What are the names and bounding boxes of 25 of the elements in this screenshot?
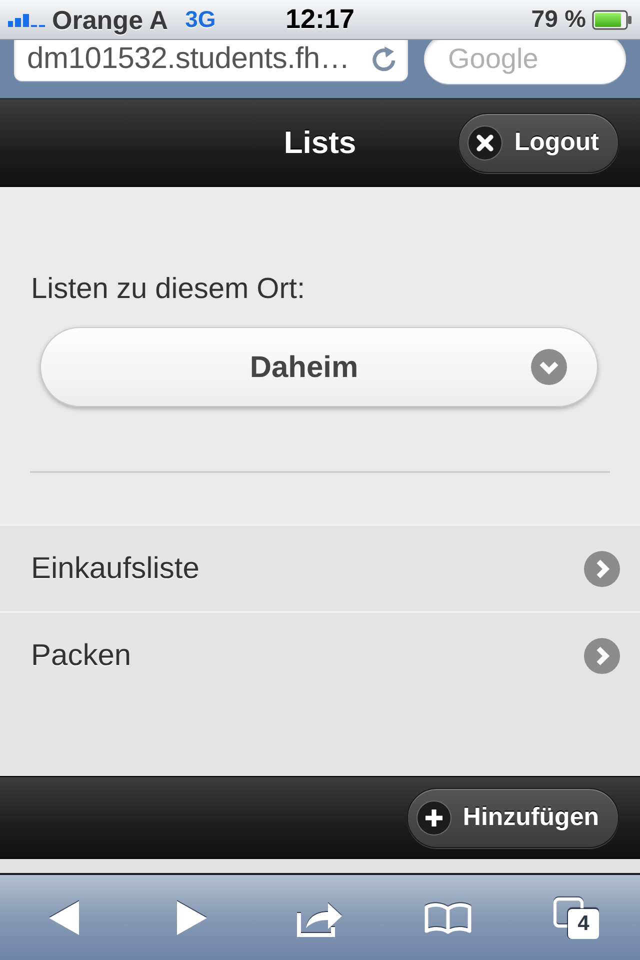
book-icon[interactable] xyxy=(424,902,472,934)
reload-icon[interactable] xyxy=(370,44,398,72)
clock-time: 12:17 xyxy=(285,6,355,33)
page-title: Lists xyxy=(284,124,356,162)
chevron-right-icon xyxy=(584,638,620,674)
battery-icon xyxy=(592,10,632,30)
tabs-button[interactable]: 4 xyxy=(553,896,599,938)
chevron-down-icon xyxy=(531,349,567,385)
back-icon[interactable] xyxy=(49,900,79,934)
list-item[interactable]: Packen xyxy=(0,611,640,698)
search-field[interactable]: Google xyxy=(424,40,626,84)
network-type: 3G xyxy=(185,8,216,31)
signal-icon xyxy=(8,12,46,26)
location-label: Listen zu diesem Ort: xyxy=(31,272,305,307)
plus-icon xyxy=(416,800,452,836)
chevron-right-icon xyxy=(584,550,620,586)
battery-percentage: 79 % xyxy=(531,8,586,32)
url-field[interactable]: dm101532.students.fh… xyxy=(14,40,408,81)
carrier-name: Orange A xyxy=(52,6,168,32)
list-item[interactable]: Einkaufsliste xyxy=(0,524,640,611)
location-select[interactable]: Daheim xyxy=(40,327,598,407)
logout-button[interactable]: Logout xyxy=(458,113,619,173)
add-button[interactable]: Hinzufügen xyxy=(406,788,619,848)
close-icon xyxy=(467,125,504,161)
forward-icon[interactable] xyxy=(177,900,207,934)
